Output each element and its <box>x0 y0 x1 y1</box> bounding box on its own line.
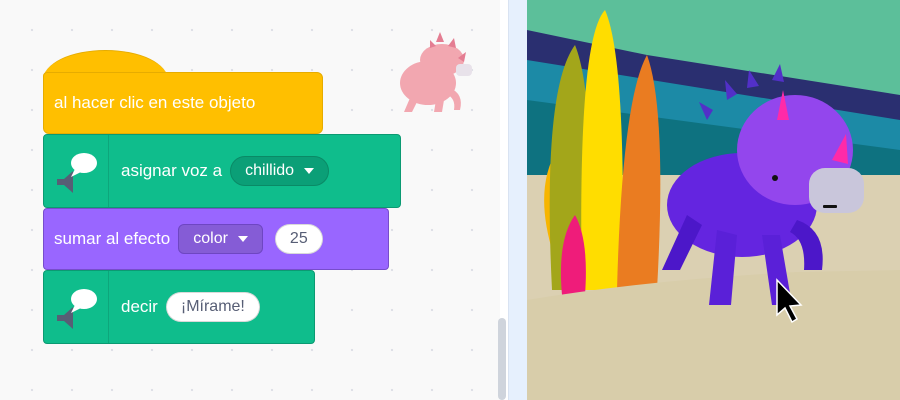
effect-amount-input[interactable]: 25 <box>274 224 323 254</box>
effect-dropdown[interactable]: color <box>178 224 263 254</box>
when-sprite-clicked-block[interactable]: al hacer clic en este objeto <box>43 72 323 134</box>
change-effect-block[interactable]: sumar al efecto color 25 <box>43 208 389 270</box>
sprite-thumbnail <box>400 32 472 112</box>
speaker-speech-icon <box>44 135 109 207</box>
stage[interactable] <box>527 0 900 400</box>
say-block[interactable]: decir ¡Mírame! <box>43 270 315 344</box>
say-label: decir <box>121 297 158 316</box>
workspace-scrollbar[interactable] <box>498 318 506 400</box>
event-block-label: al hacer clic en este objeto <box>54 93 256 112</box>
change-effect-label: sumar al efecto <box>54 229 171 248</box>
set-voice-block[interactable]: asignar voz a chillido <box>43 134 401 208</box>
script-workspace[interactable]: al hacer clic en este objeto asignar voz… <box>0 0 506 400</box>
dropdown-caret-icon <box>304 168 315 174</box>
set-voice-label: asignar voz a <box>121 161 223 180</box>
voice-dropdown[interactable]: chillido <box>230 156 330 186</box>
panel-divider <box>508 0 528 400</box>
dropdown-caret-icon <box>237 236 248 242</box>
speaker-speech-icon <box>44 271 109 343</box>
effect-dropdown-value: color <box>193 230 228 247</box>
say-text-input[interactable]: ¡Mírame! <box>165 292 260 322</box>
stage-scene <box>527 0 900 400</box>
voice-dropdown-value: chillido <box>245 162 295 179</box>
